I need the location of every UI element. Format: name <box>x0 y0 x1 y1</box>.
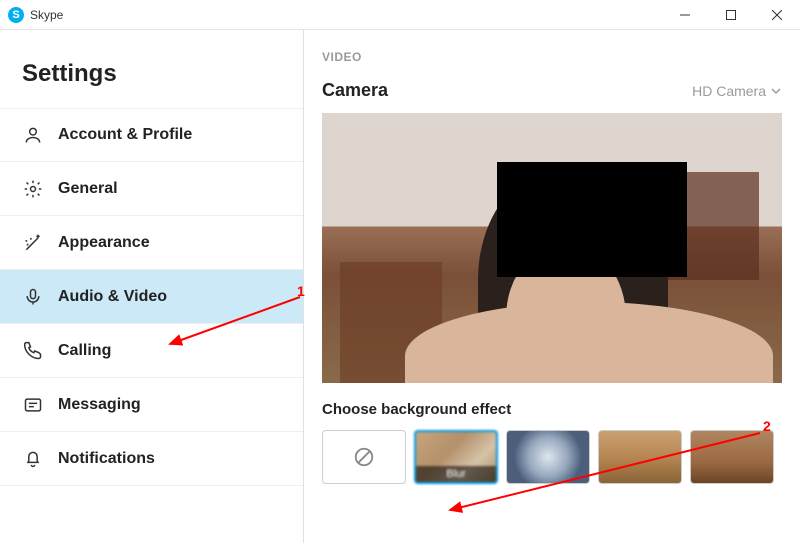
maximize-button[interactable] <box>708 0 754 30</box>
sidebar-item-messaging[interactable]: Messaging <box>0 378 303 432</box>
camera-selected-text: HD Camera <box>692 83 766 99</box>
content-area: Settings Account & Profile General Appea… <box>0 30 800 543</box>
minimize-button[interactable] <box>662 0 708 30</box>
sidebar-item-label: Calling <box>58 342 111 360</box>
camera-heading: Camera <box>322 80 388 101</box>
camera-preview <box>322 113 782 383</box>
preview-censor-block <box>497 162 687 277</box>
wand-icon <box>22 232 44 254</box>
none-icon <box>353 446 375 468</box>
settings-title: Settings <box>0 30 303 108</box>
titlebar: S Skype <box>0 0 800 30</box>
skype-logo-icon: S <box>8 7 24 23</box>
person-icon <box>22 124 44 146</box>
effect-image-1[interactable] <box>506 430 590 484</box>
sidebar-item-calling[interactable]: Calling <box>0 324 303 378</box>
mic-icon <box>22 286 44 308</box>
chevron-down-icon <box>770 85 782 97</box>
sidebar-item-label: General <box>58 180 118 198</box>
sidebar-item-label: Audio & Video <box>58 288 167 306</box>
effect-image-3[interactable] <box>690 430 774 484</box>
effect-blur[interactable]: Blur <box>414 430 498 484</box>
main-panel: VIDEO Camera HD Camera Choose background… <box>304 30 800 543</box>
message-icon <box>22 394 44 416</box>
sidebar-item-notifications[interactable]: Notifications <box>0 432 303 486</box>
sidebar-item-appearance[interactable]: Appearance <box>0 216 303 270</box>
background-effects-row: Blur <box>322 430 782 484</box>
sidebar-item-label: Messaging <box>58 396 141 414</box>
gear-icon <box>22 178 44 200</box>
video-section-label: VIDEO <box>322 50 782 64</box>
camera-row: Camera HD Camera <box>322 80 782 101</box>
sidebar-item-audio-video[interactable]: Audio & Video <box>0 270 303 324</box>
sidebar-item-general[interactable]: General <box>0 162 303 216</box>
phone-icon <box>22 340 44 362</box>
bell-icon <box>22 448 44 470</box>
effect-none[interactable] <box>322 430 406 484</box>
settings-sidebar: Settings Account & Profile General Appea… <box>0 30 304 543</box>
close-button[interactable] <box>754 0 800 30</box>
camera-selector[interactable]: HD Camera <box>692 83 782 99</box>
sidebar-item-label: Notifications <box>58 450 155 468</box>
window-controls <box>662 0 800 30</box>
sidebar-item-label: Appearance <box>58 234 150 252</box>
effect-label: Blur <box>416 466 496 482</box>
sidebar-item-label: Account & Profile <box>58 126 192 144</box>
background-effect-heading: Choose background effect <box>322 401 782 418</box>
sidebar-item-account[interactable]: Account & Profile <box>0 108 303 162</box>
app-title: Skype <box>30 8 63 22</box>
effect-image-2[interactable] <box>598 430 682 484</box>
